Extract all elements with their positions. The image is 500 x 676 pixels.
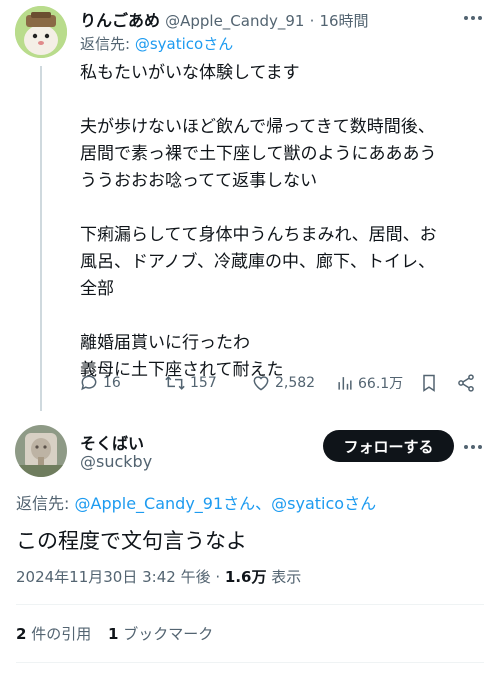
engagement-stats: 2 件の引用 1 ブックマーク <box>16 623 213 644</box>
like-count: 2,582 <box>275 375 316 391</box>
avatar-image <box>15 425 67 477</box>
analytics-icon <box>338 377 352 390</box>
quote-label: 件の引用 <box>31 625 92 643</box>
share-icon <box>458 374 474 392</box>
avatar-suckby[interactable] <box>15 425 67 477</box>
body-line: 離婚届貰いに行ったわ <box>80 333 250 353</box>
reply-to-suffix: さん <box>203 35 234 53</box>
timestamp[interactable]: 2024年11月30日 3:42 午後 <box>16 568 211 586</box>
body-line: 全部 <box>80 279 114 299</box>
heart-icon <box>253 376 269 391</box>
display-name[interactable]: そくばい <box>80 430 144 454</box>
divider <box>16 662 484 663</box>
body-line <box>80 303 490 330</box>
avatar-image <box>15 6 67 58</box>
main-tweet-text: この程度で文句言うなよ <box>16 529 247 553</box>
thread-connector-line <box>40 66 42 411</box>
body-line <box>80 87 490 114</box>
body-line: 私もたいがいな体験してます <box>80 63 300 83</box>
bookmark-action[interactable] <box>421 373 437 393</box>
reply-to-line: 返信先: @Apple_Candy_91さん、@syaticoさん <box>16 490 376 514</box>
handle[interactable]: @Apple_Candy_91 <box>165 12 304 30</box>
reply-to-handle[interactable]: @syatico <box>135 35 203 53</box>
like-action[interactable]: 2,582 <box>251 373 315 393</box>
body-line: 居間で素っ裸で土下座して獣のようにあああう <box>80 144 437 164</box>
body-line: 下痢漏らしてて身体中うんちまみれ、居間、お <box>80 225 437 245</box>
repost-action[interactable]: 157 <box>164 373 217 393</box>
reply-to-mid: さん、 <box>223 494 272 513</box>
avatar-apple-candy[interactable] <box>15 6 67 58</box>
quote-count: 2 <box>16 625 27 643</box>
separator: · <box>215 568 221 586</box>
body-line <box>80 195 490 222</box>
reply-to-label: 返信先: <box>16 494 70 513</box>
reply-to-line: 返信先: @syaticoさん <box>80 33 233 54</box>
body-line: 風呂、ドアノブ、冷蔵庫の中、廊下、トイレ、 <box>80 252 435 272</box>
divider <box>16 604 484 605</box>
reply-count: 16 <box>103 375 121 391</box>
bookmark-icon <box>423 374 435 392</box>
bookmark-stat[interactable]: 1 ブックマーク <box>108 625 213 643</box>
body-line: 夫が歩けないほど飲んで帰ってきて数時間後、 <box>80 117 435 137</box>
reply-to-label: 返信先: <box>80 35 131 53</box>
views-action[interactable]: 66.1万 <box>336 373 403 393</box>
share-action[interactable] <box>456 373 476 393</box>
separator: · <box>309 12 315 30</box>
reply-tweet-body: 私もたいがいな体験してます 夫が歩けないほど飲んで帰ってきて数時間後、 居間で素… <box>80 60 490 384</box>
body-line: ううおおお唸ってて返事しない <box>80 171 318 191</box>
reply-to-suffix: さん <box>344 494 377 513</box>
reply-action[interactable]: 16 <box>79 373 121 393</box>
display-name[interactable]: りんごあめ <box>80 11 160 30</box>
view-count: 66.1万 <box>358 376 404 392</box>
repost-count: 157 <box>190 375 217 391</box>
reply-to-handle-1[interactable]: @Apple_Candy_91 <box>75 494 224 513</box>
tweet-meta: 2024年11月30日 3:42 午後 · 1.6万 表示 <box>16 566 301 587</box>
handle[interactable]: @suckby <box>80 452 152 471</box>
reply-tweet-header: りんごあめ @Apple_Candy_91 · 16時間 <box>80 7 369 31</box>
bookmark-label: ブックマーク <box>123 625 214 643</box>
reply-icon <box>81 375 97 391</box>
reply-to-handle-2[interactable]: @syatico <box>271 494 344 513</box>
repost-icon <box>165 376 185 390</box>
bookmark-count: 1 <box>108 625 119 643</box>
views-label: 表示 <box>271 568 302 586</box>
quote-stat[interactable]: 2 件の引用 <box>16 625 96 643</box>
views-count: 1.6万 <box>224 568 267 586</box>
post-time[interactable]: 16時間 <box>319 12 368 30</box>
more-options-icon[interactable] <box>464 445 482 449</box>
more-options-icon[interactable] <box>464 16 482 20</box>
follow-button[interactable]: フォローする <box>323 430 454 462</box>
